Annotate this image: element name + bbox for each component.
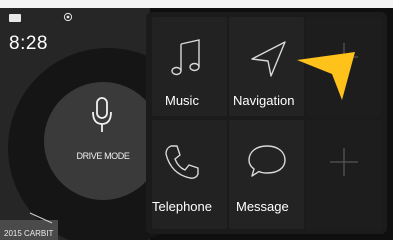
app-tile-music[interactable]: Music (152, 17, 227, 116)
drive-mode-screen: 8:28 DRIVE MODE 2015 CARBIT Music Naviga… (0, 0, 393, 240)
pointer-cursor-icon (297, 52, 355, 100)
microphone-icon (92, 97, 112, 132)
add-icon (330, 148, 358, 176)
app-label-message: Message (236, 199, 289, 214)
app-label-navigation: Navigation (233, 93, 295, 108)
app-tile-telephone[interactable]: Telephone (152, 120, 227, 229)
app-tile-message[interactable]: Message (229, 120, 304, 229)
drive-mode-label: DRIVE MODE (76, 151, 130, 161)
watermark-graphic (29, 212, 53, 224)
phone-icon (165, 145, 199, 179)
clock-time: 8:28 (9, 33, 48, 54)
music-note-icon (171, 39, 200, 76)
app-tile-add-2[interactable] (306, 120, 382, 229)
app-label-music: Music (165, 93, 199, 108)
top-edge (0, 0, 393, 8)
app-tile-navigation[interactable]: Navigation (229, 17, 304, 116)
app-label-telephone: Telephone (152, 199, 212, 214)
battery-icon (9, 14, 21, 22)
gps-icon (63, 12, 73, 22)
message-bubble-icon (248, 145, 286, 177)
navigation-arrow-icon (251, 41, 286, 77)
watermark-text: 2015 CARBIT (4, 229, 54, 238)
